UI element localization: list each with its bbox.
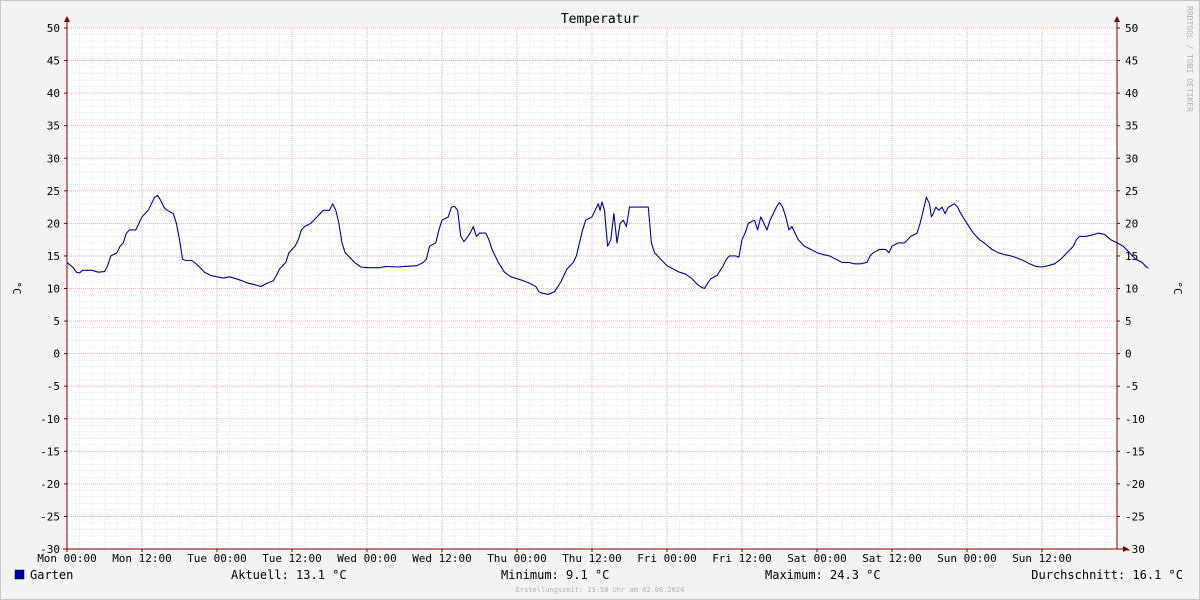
x-tick-label: Mon 00:00 [37, 552, 97, 565]
y-tick-label-left: -20 [40, 478, 60, 491]
x-tick-label: Fri 00:00 [637, 552, 697, 565]
y-tick-label-left: 5 [53, 315, 60, 328]
y-tick-label-right: -30 [1125, 543, 1145, 556]
y-axis-label-right: °C [1171, 281, 1184, 294]
y-tick-label-left: 30 [47, 152, 60, 165]
y-tick-label-right: 25 [1125, 185, 1138, 198]
y-tick-label-left: -15 [40, 445, 60, 458]
y-tick-label-right: 10 [1125, 283, 1138, 296]
y-tick-label-left: -25 [40, 510, 60, 523]
y-tick-label-right: 15 [1125, 250, 1138, 263]
x-tick-label: Sat 12:00 [862, 552, 922, 565]
y-tick-label-left: -10 [40, 413, 60, 426]
y-tick-label-right: 20 [1125, 217, 1138, 230]
y-tick-label-left: 35 [47, 120, 60, 133]
x-tick-label: Thu 12:00 [562, 552, 622, 565]
footer-timestamp: Erstellungszeit: 23:58 Uhr am 02.06.2024 [516, 586, 685, 594]
x-tick-label: Sat 00:00 [787, 552, 847, 565]
y-axis-label-left: °C [10, 281, 23, 294]
legend-minimum: Minimum: 9.1 °C [501, 568, 609, 582]
y-tick-label-right: 45 [1125, 55, 1138, 68]
temperature-chart: 50 5045 4540 4035 3530 3025 2520 2015 1510 105 50 0… [10, 6, 1194, 594]
x-tick-label: Tue 00:00 [187, 552, 247, 565]
x-tick-label: Wed 00:00 [337, 552, 397, 565]
y-axis-arrow-right [1114, 16, 1120, 22]
x-tick-label: Thu 00:00 [487, 552, 547, 565]
legend-swatch [14, 569, 25, 580]
legend-average: Durchschnitt: 16.1 °C [1031, 568, 1183, 582]
x-tick-label: Tue 12:00 [262, 552, 322, 565]
y-tick-label-left: 15 [47, 250, 60, 263]
y-tick-label-right: -15 [1125, 445, 1145, 458]
x-tick-label: Mon 12:00 [112, 552, 172, 565]
y-tick-label-right: 5 [1125, 315, 1132, 328]
y-tick-label-right: -20 [1125, 478, 1145, 491]
legend-current: Aktuell: 13.1 °C [231, 568, 347, 582]
y-tick-label-right: 35 [1125, 120, 1138, 133]
legend-maximum: Maximum: 24.3 °C [765, 568, 881, 582]
watermark: RRDTOOL / TOBI OETIKER [1185, 6, 1194, 112]
y-tick-label-left: 45 [47, 55, 60, 68]
x-tick-label: Wed 12:00 [412, 552, 472, 565]
y-axis-arrow-left [64, 16, 70, 22]
chart-title: Temperatur [561, 12, 639, 27]
y-tick-label-right: 40 [1125, 87, 1138, 100]
y-tick-label-right: 0 [1125, 348, 1132, 361]
y-tick-label-left: -5 [47, 380, 60, 393]
y-tick-label-right: -10 [1125, 413, 1145, 426]
x-tick-label: Sun 00:00 [937, 552, 997, 565]
y-tick-label-right: 30 [1125, 152, 1138, 165]
y-tick-label-left: 50 [47, 22, 60, 35]
y-tick-label-left: 25 [47, 185, 60, 198]
y-tick-label-right: -25 [1125, 510, 1145, 523]
y-tick-label-right: -5 [1125, 380, 1138, 393]
y-tick-label-left: 10 [47, 283, 60, 296]
y-tick-label-right: 50 [1125, 22, 1138, 35]
y-tick-label-left: 40 [47, 87, 60, 100]
y-tick-label-left: 20 [47, 217, 60, 230]
y-tick-label-left: 0 [53, 348, 60, 361]
legend-series-name: Garten [30, 568, 73, 582]
x-tick-label: Sun 12:00 [1012, 552, 1072, 565]
x-tick-label: Fri 12:00 [712, 552, 772, 565]
